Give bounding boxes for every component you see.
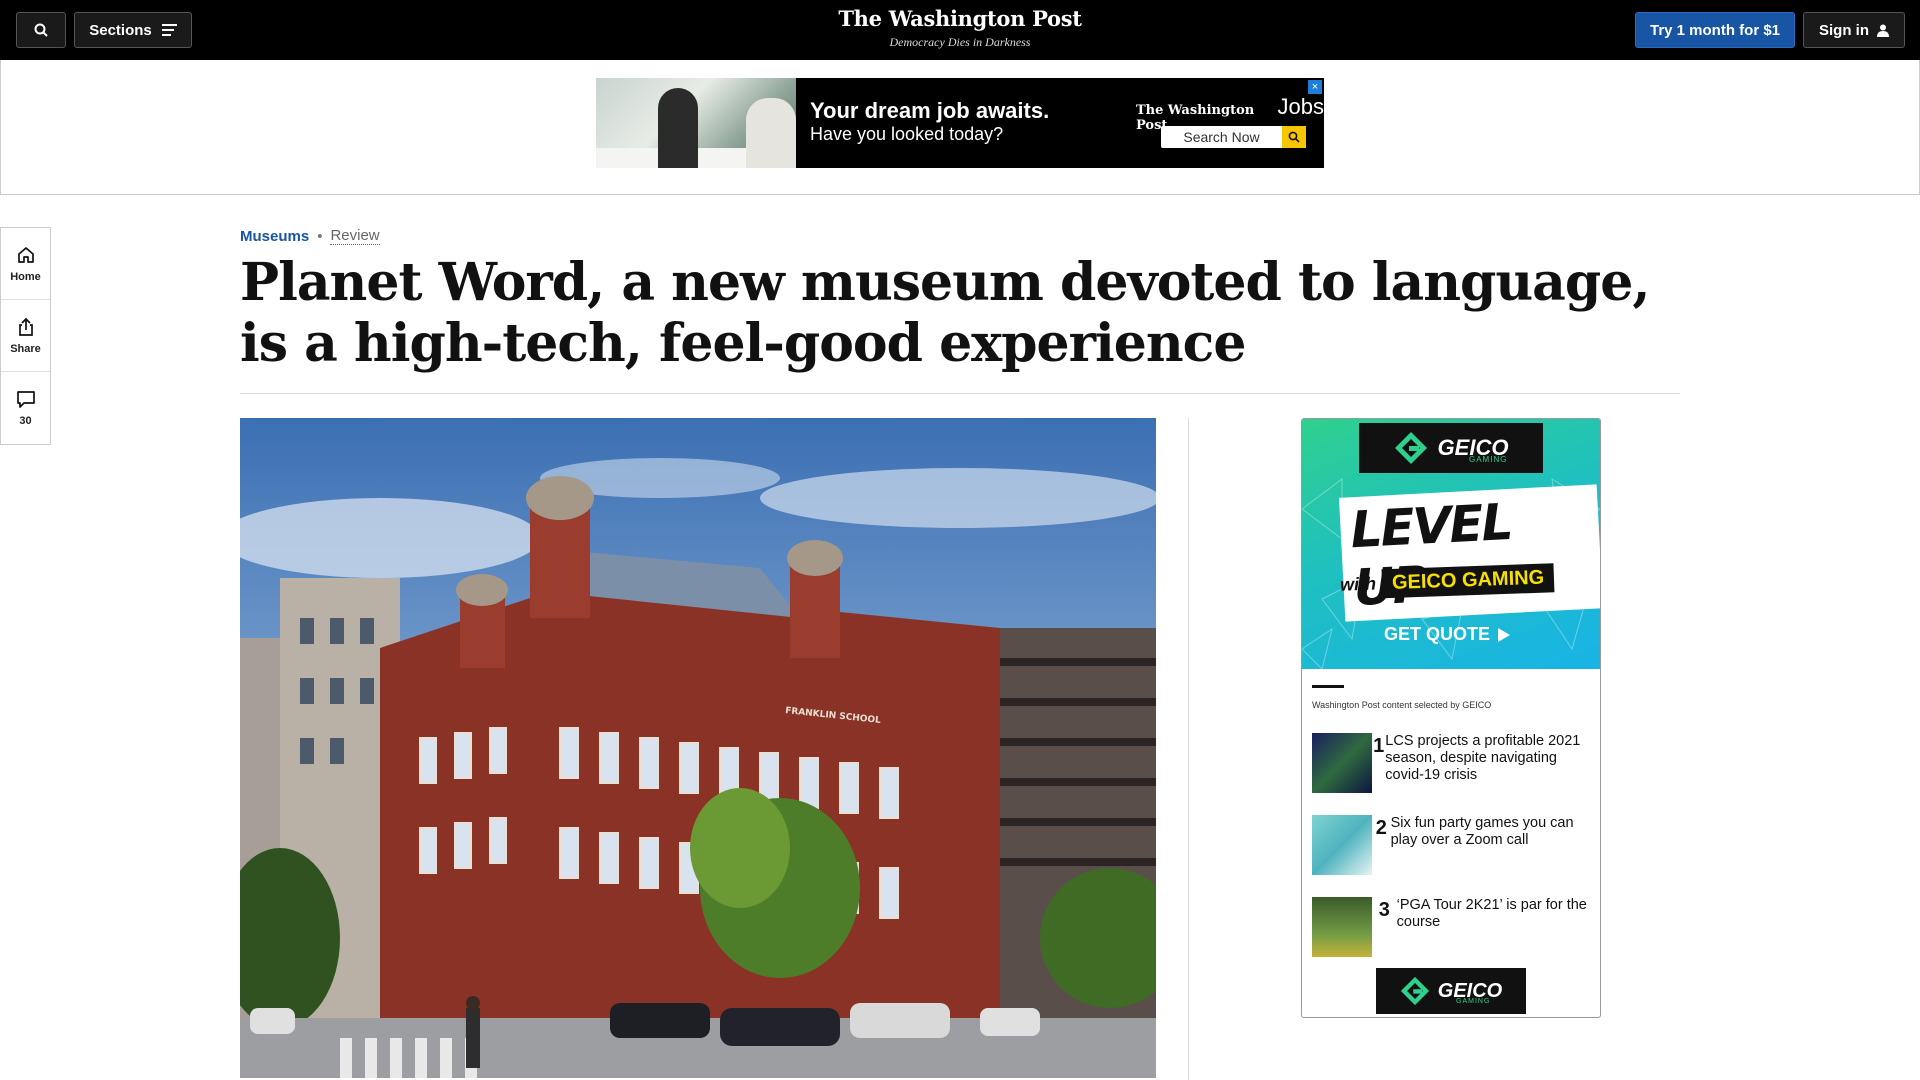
jobs-ad-headline: Your dream job awaits. [810, 98, 1050, 123]
sign-in-label: Sign in [1819, 21, 1869, 39]
rail-share-label: Share [10, 342, 41, 355]
sign-in-button[interactable]: Sign in [1803, 12, 1905, 48]
rail-home-label: Home [10, 270, 41, 283]
kicker-separator: • [317, 227, 323, 245]
jobs-ad-subline: Have you looked today? [810, 124, 1004, 144]
play-arrow-icon [1498, 627, 1511, 642]
story-number: 3 [1378, 899, 1390, 921]
site-logo[interactable]: The Washington Post Democracy Dies in Da… [760, 6, 1160, 50]
left-action-rail: Home Share 30 [0, 227, 51, 445]
comment-count: 30 [19, 415, 32, 427]
jobs-banner-ad[interactable]: Your dream job awaits. Have you looked t… [596, 78, 1324, 168]
sections-button[interactable]: Sections [74, 12, 192, 48]
selected-divider [1312, 685, 1344, 688]
subscribe-button[interactable]: Try 1 month for $1 [1635, 12, 1795, 48]
geico-bottom-logo[interactable]: GEICO GAMING [1376, 968, 1526, 1014]
menu-icon [161, 24, 177, 36]
article-headline: Planet Word, a new museum devoted to lan… [240, 252, 1650, 374]
share-icon [18, 317, 33, 336]
hero-photo[interactable]: FRANKLIN SCHOOL [240, 418, 1156, 1078]
sponsored-story-2[interactable]: 2 Six fun party games you can play over … [1312, 815, 1592, 877]
logo-tagline: Democracy Dies in Darkness [889, 35, 1031, 49]
search-icon [34, 23, 48, 37]
top-navigation-bar: Sections The Washington Post Democracy D… [0, 0, 1920, 60]
geico-sub: GAMING [1456, 998, 1491, 1005]
article-kicker: Museums • Review [240, 227, 380, 245]
sponsored-story-3[interactable]: 3 ‘PGA Tour 2K21’ is par for the course [1312, 897, 1592, 959]
story-thumbnail [1312, 815, 1372, 875]
home-icon [17, 246, 34, 263]
geico-sub: GAMING [1469, 455, 1508, 464]
geico-logo: GEICO GAMING [1359, 423, 1543, 473]
article-label[interactable]: Review [330, 227, 380, 245]
logo-title: The Washington Post [838, 6, 1082, 31]
story-title: LCS projects a profitable 2021 season, d… [1385, 733, 1581, 783]
geico-g-logo-icon [1400, 976, 1429, 1006]
ad-close-icon[interactable]: × [1308, 80, 1322, 94]
story-number: 1 [1373, 735, 1385, 757]
jobs-search-label: Search Now [1183, 129, 1260, 145]
story-title: Six fun party games you can play over a … [1390, 815, 1574, 848]
jobs-ad-brand-section: Jobs [1277, 94, 1324, 119]
search-icon [1288, 131, 1300, 143]
jobs-search-box[interactable]: Search Now [1161, 126, 1306, 148]
sponsor-note: Washington Post content selected by GEIC… [1312, 700, 1492, 710]
jobs-search-button[interactable] [1282, 126, 1306, 148]
section-link[interactable]: Museums [240, 228, 309, 245]
story-thumbnail [1312, 897, 1372, 957]
story-title: ‘PGA Tour 2K21’ is par for the course [1396, 897, 1587, 930]
get-quote-button[interactable]: GET QUOTE [1384, 624, 1511, 645]
geico-gaming-label: GEICO GAMING [1381, 563, 1555, 599]
rail-comments-button[interactable]: 30 [1, 372, 50, 444]
sections-label: Sections [89, 21, 152, 39]
geico-g-logo-icon [1394, 432, 1427, 464]
rail-home-button[interactable]: Home [1, 228, 50, 300]
sidebar-ad[interactable]: GEICO GAMING LEVEL UP with GEICO GAMING … [1301, 418, 1601, 1018]
headline-divider [240, 393, 1680, 394]
comment-icon [16, 391, 35, 408]
jobs-ad-photo [596, 78, 796, 168]
story-thumbnail [1312, 733, 1372, 793]
rail-share-button[interactable]: Share [1, 300, 50, 372]
story-number: 2 [1375, 817, 1387, 839]
with-label: with [1339, 573, 1377, 595]
get-quote-label: GET QUOTE [1384, 624, 1491, 644]
geico-banner[interactable]: GEICO GAMING LEVEL UP with GEICO GAMING … [1302, 419, 1600, 669]
search-button[interactable] [16, 12, 66, 48]
level-up-headline: LEVEL UP [1338, 484, 1600, 622]
sponsored-story-1[interactable]: 1 LCS projects a profitable 2021 season,… [1312, 733, 1592, 795]
hero-building-illustration: FRANKLIN SCHOOL [240, 418, 1156, 1078]
user-icon [1877, 24, 1889, 37]
column-divider [1188, 418, 1189, 1080]
